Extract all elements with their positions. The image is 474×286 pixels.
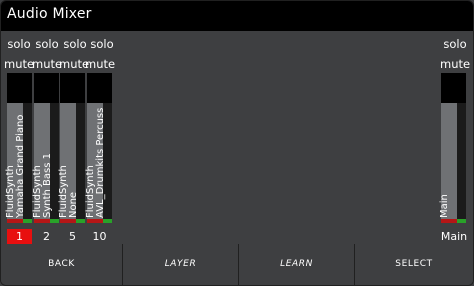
window-title: Audio Mixer [7,6,92,22]
fader-cap [60,73,85,103]
channel-number[interactable]: 10 [87,229,112,245]
solo-button-ch10[interactable]: solo [88,36,116,52]
fader-cap [34,73,59,103]
meter-green-level [76,219,85,223]
meter-red-level [60,219,76,223]
fader-cap [7,73,32,103]
solo-button-ch5[interactable]: solo [61,36,89,52]
mute-button-ch1[interactable]: mute [4,56,34,72]
meter-green-level [23,219,32,223]
audio-mixer-window: Audio Mixer solo solo solo solo solo mut… [0,0,474,286]
meter-red-level [7,219,23,223]
meter-green-level [457,219,466,223]
mute-button-ch2[interactable]: mute [32,56,62,72]
channel-strip[interactable]: FluidSynth None [58,73,85,229]
channel-name: FluidSynth Synth Bass 1 [32,153,53,218]
main-number[interactable]: Main [437,229,471,245]
channel-name: FluidSynth Yamaha Grand Piano [5,114,26,218]
meter-red-level [441,219,457,223]
fader-cap [441,73,466,103]
channel-strip[interactable]: FluidSynth Yamaha Grand Piano [5,73,32,229]
title-bar: Audio Mixer [1,1,473,31]
select-button[interactable]: SELECT [354,244,473,285]
mute-button-main[interactable]: mute [440,56,470,72]
meter-green-level [103,219,112,223]
layer-button[interactable]: LAYER [122,244,238,285]
main-strip[interactable]: Main [439,73,466,229]
solo-button-ch2[interactable]: solo [33,36,61,52]
channel-strip[interactable]: FluidSynth AVL_Drumkits Percuss [85,73,112,229]
level-meter [457,103,466,223]
channel-number[interactable]: 5 [60,229,85,245]
channel-strip[interactable]: FluidSynth Synth Bass 1 [32,73,59,229]
channel-number[interactable]: 2 [34,229,59,245]
bottom-toolbar: BACK LAYER LEARN SELECT [1,244,473,285]
meter-red-level [87,219,103,223]
fader-cap [87,73,112,103]
main-strip-name: Main [439,194,450,218]
meter-green-level [50,219,59,223]
solo-button-ch1[interactable]: solo [5,36,33,52]
channel-number-selected[interactable]: 1 [7,229,32,245]
channel-name: FluidSynth AVL_Drumkits Percuss [85,107,106,218]
channel-name: FluidSynth None [58,165,79,218]
learn-button[interactable]: LEARN [238,244,354,285]
solo-button-main[interactable]: solo [441,36,469,52]
mute-button-ch10[interactable]: mute [85,56,115,72]
meter-red-level [34,219,50,223]
back-button[interactable]: BACK [1,244,122,285]
